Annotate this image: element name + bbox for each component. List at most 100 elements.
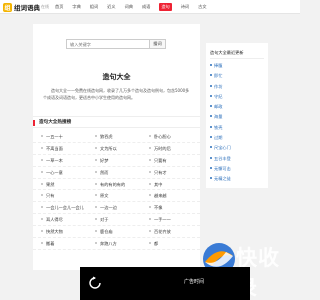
sidebar-recent-updates: 造句大全最近更新 捧腹 即忙作坊 守纪邮政海量铁壳过期尺宝心门五谷丰登 无懈可击 无精之…	[206, 43, 268, 188]
nav-item-2[interactable]: 组词	[90, 3, 98, 11]
sidebar-item[interactable]: 过期	[210, 135, 231, 145]
hot-word-link[interactable]: 狼吞虎	[95, 134, 113, 140]
sidebar-list: 捧腹 即忙作坊 守纪邮政海量铁壳过期尺宝心门五谷丰登 无懈可击 无精之徒	[210, 63, 231, 187]
hot-word-link[interactable]: 百花齐放	[149, 229, 171, 235]
hot-word-link[interactable]: 耳人得尽	[41, 217, 63, 223]
bullet-icon	[41, 170, 43, 173]
sidebar-divider	[210, 58, 264, 59]
table-row: 一心一意 然而 只有才	[33, 167, 200, 179]
bullet-icon	[41, 206, 43, 209]
hot-word-label: 越来越	[154, 193, 167, 199]
refresh-icon[interactable]	[88, 276, 102, 290]
sidebar-item[interactable]: 作坊	[210, 84, 231, 94]
hot-word-label: 好梦	[100, 157, 109, 163]
sidebar-item[interactable]: 即忙	[210, 73, 231, 83]
sidebar-item-label: 铁壳	[214, 124, 223, 130]
nav-item-1[interactable]: 字典	[72, 3, 80, 11]
nav-item-4[interactable]: 词典	[125, 3, 133, 11]
hot-word-link[interactable]: 万时的后	[149, 146, 171, 152]
bullet-icon	[95, 182, 97, 185]
sidebar-item-label: 尺宝心门	[214, 145, 231, 151]
hot-word-label: 只有才	[154, 169, 167, 175]
hot-word-link[interactable]: 搬着	[41, 241, 54, 247]
hot-word-label: 一手一一	[154, 217, 171, 223]
sidebar-item[interactable]: 铁壳	[210, 125, 231, 135]
nav-item-3[interactable]: 近义	[107, 3, 115, 11]
bullet-icon	[95, 146, 97, 149]
main-nav: 首页 字典 组词 近义 词典 成语 造句 诗词 古文	[55, 3, 216, 11]
bullet-icon	[210, 177, 212, 180]
hot-word-link[interactable]: 只要有	[149, 158, 167, 164]
sidebar-item[interactable]: 五谷丰登	[210, 156, 231, 166]
logo-icon: 组	[3, 2, 12, 12]
nav-item-8[interactable]: 古文	[198, 3, 206, 11]
hot-word-label: 鹿仓庙	[100, 229, 113, 235]
hot-word-label: 只要有	[154, 157, 167, 163]
hot-word-link[interactable]: 原文	[95, 193, 108, 199]
sidebar-item[interactable]: 无精之徒	[210, 176, 231, 186]
hot-word-label: 百花齐放	[154, 229, 171, 235]
hot-word-link[interactable]: 对于	[95, 217, 108, 223]
hot-word-link[interactable]: 只有	[41, 193, 54, 199]
sidebar-item[interactable]: 邮政	[210, 104, 231, 114]
bullet-icon	[95, 135, 97, 137]
hot-word-link[interactable]: 快然大物	[41, 229, 63, 235]
hot-word-link[interactable]: 一草一木	[41, 158, 63, 164]
bullet-icon	[210, 136, 212, 139]
hot-word-link[interactable]: 卧心胆心	[149, 134, 171, 140]
sidebar-item[interactable]: 守纪	[210, 94, 231, 104]
hot-word-link[interactable]: 然而	[95, 170, 108, 176]
hot-word-link[interactable]: 不离当面	[41, 146, 63, 152]
sidebar-item[interactable]: 尺宝心门	[210, 145, 231, 155]
sidebar-item-label: 海量	[214, 114, 223, 120]
sidebar-item[interactable]: 捧腹	[210, 63, 231, 73]
sidebar-item-label: 邮政	[214, 104, 223, 110]
hot-word-label: 然而	[100, 169, 109, 175]
bullet-icon	[210, 156, 212, 159]
hot-word-label: 不像	[154, 205, 163, 211]
hot-word-label: 耳人得尽	[46, 217, 63, 223]
site-logo[interactable]: 组 组词语典 在线	[3, 1, 49, 13]
page-description: 造句大全——免费在线造句网，收录了几万多个造句及造句例句，包含5000多个成语及…	[43, 88, 190, 100]
sidebar-item-label: 无精之徒	[214, 176, 231, 182]
nav-item-0[interactable]: 首页	[55, 3, 63, 11]
hot-word-link[interactable]: 鹿仓庙	[95, 229, 113, 235]
hot-word-link[interactable]: 只有才	[149, 170, 167, 176]
sidebar-item-label: 过期	[214, 135, 223, 141]
hot-word-link[interactable]: 文为所以	[95, 146, 117, 152]
hot-word-link[interactable]: 一手一一	[149, 217, 171, 223]
table-row: 不离当面 文为所以 万时的后	[33, 143, 200, 155]
hot-word-link[interactable]: 一边一边	[95, 205, 117, 211]
sidebar-item[interactable]: 无懈可击	[210, 166, 231, 176]
sidebar-item-label: 守纪	[214, 93, 223, 99]
table-row: 一五一十 狼吞虎 卧心胆心	[33, 131, 200, 143]
bullet-icon	[210, 84, 212, 87]
sidebar-item[interactable]: 海量	[210, 114, 231, 124]
sidebar-title: 造句大全最近更新	[210, 50, 244, 55]
search-button[interactable]: 搜词	[150, 39, 166, 49]
hot-word-link[interactable]: 奔跑八方	[95, 241, 117, 247]
top-navigation-bar: 组 组词语典 在线 首页 字典 组词 近义 词典 成语 造句 诗词 古文	[0, 0, 300, 14]
hot-word-link[interactable]: 其中	[149, 182, 162, 188]
hot-word-link[interactable]: 不像	[149, 205, 162, 211]
bullet-icon	[149, 242, 151, 245]
hot-word-link[interactable]: 越来越	[149, 193, 167, 199]
hot-word-link[interactable]: 有的有的有的	[95, 182, 125, 188]
hot-word-link[interactable]: 一五一十	[41, 134, 63, 140]
bullet-icon	[95, 170, 97, 173]
hot-word-label: 万时的后	[154, 145, 171, 151]
nav-item-7[interactable]: 诗词	[181, 3, 189, 11]
bullet-icon	[41, 158, 43, 161]
hot-word-link[interactable]: 一会儿一会儿一会儿	[41, 205, 84, 211]
hot-word-link[interactable]: 一心一意	[41, 170, 63, 176]
hot-word-link[interactable]: 果然	[41, 182, 54, 188]
search-input[interactable]	[66, 39, 150, 49]
nav-item-5[interactable]: 成语	[142, 3, 150, 11]
hot-word-link[interactable]: 都	[149, 241, 158, 247]
bullet-icon	[149, 230, 151, 233]
bullet-icon	[41, 194, 43, 197]
hot-word-link[interactable]: 好梦	[95, 158, 108, 164]
page-title: 造句大全	[102, 73, 131, 81]
sidebar-item-label: 即忙	[214, 73, 223, 79]
nav-item-6[interactable]: 造句	[159, 3, 172, 11]
